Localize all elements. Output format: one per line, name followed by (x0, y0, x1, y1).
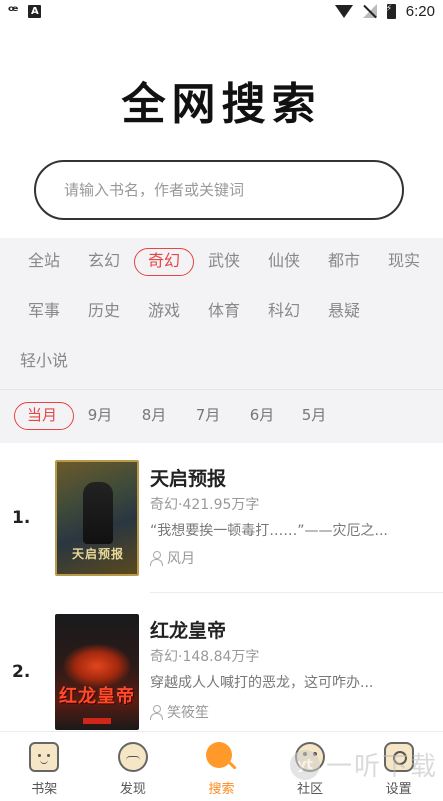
month-item[interactable]: 5月 (286, 400, 342, 430)
nav-item-search[interactable]: 搜索 (177, 732, 266, 801)
month-item-selected[interactable]: 当月 (14, 400, 74, 430)
book-author-name: 笑筱笙 (167, 705, 209, 721)
no-signal-icon (362, 4, 377, 18)
user-icon (150, 551, 163, 566)
book-cover[interactable]: 天启预报 (55, 460, 139, 576)
nav-label: 搜索 (208, 782, 235, 797)
book-cover[interactable]: 红龙皇帝 (55, 614, 139, 730)
app-logo-icon: ꟹ (8, 2, 19, 20)
watermark: yt 一听下载 (290, 746, 438, 783)
book-title[interactable]: 天启预报 (150, 464, 226, 491)
nav-item-bookshelf[interactable]: 书架 (0, 732, 89, 801)
search-box[interactable] (34, 160, 404, 220)
category-item[interactable]: 历史 (74, 296, 134, 326)
month-item[interactable]: 7月 (180, 400, 236, 430)
book-author-name: 风月 (167, 551, 195, 567)
book-description: “我想要挨一顿毒打……”——灾厄之... (150, 523, 388, 539)
bookshelf-icon (29, 742, 60, 772)
category-item[interactable]: 都市 (314, 246, 374, 276)
category-item[interactable]: 全站 (14, 246, 74, 276)
status-bar: ꟹ A 6:20 (0, 0, 443, 22)
cover-publisher-badge (83, 718, 111, 724)
book-author: 笑筱笙 (150, 702, 209, 722)
status-time: 6:20 (405, 2, 435, 20)
book-meta: 奇幻·421.95万字 (150, 497, 260, 513)
a-notification-icon: A (28, 4, 42, 18)
list-separator (150, 592, 443, 593)
category-item[interactable]: 体育 (194, 296, 254, 326)
user-icon (150, 705, 163, 720)
page-title: 全网搜索 (121, 79, 322, 130)
book-rank: 2. (12, 662, 31, 682)
battery-charging-icon (386, 3, 396, 19)
category-item[interactable]: 玄幻 (74, 246, 134, 276)
nav-label: 发现 (119, 782, 146, 797)
book-list-item[interactable]: 2. 红龙皇帝 红龙皇帝 奇幻·148.84万字 穿越成人人喊打的恶龙，这可咋办… (0, 612, 443, 742)
month-item[interactable]: 6月 (234, 400, 290, 430)
book-rank: 1. (12, 508, 31, 528)
search-input[interactable] (64, 181, 384, 199)
nav-label: 书架 (31, 782, 58, 797)
nav-item-discover[interactable]: 发现 (89, 732, 178, 801)
book-description: 穿越成人人喊打的恶龙，这可咋办... (150, 675, 374, 691)
book-meta: 奇幻·148.84万字 (150, 649, 260, 665)
category-item[interactable]: 科幻 (254, 296, 314, 326)
book-title[interactable]: 红龙皇帝 (150, 616, 226, 643)
cover-title: 红龙皇帝 (59, 686, 135, 707)
watermark-logo-icon: yt (290, 749, 320, 780)
search-icon (206, 742, 236, 772)
cover-title: 天启预报 (71, 547, 124, 561)
category-item[interactable]: 武侠 (194, 246, 254, 276)
category-item[interactable]: 游戏 (134, 296, 194, 326)
month-item[interactable]: 8月 (126, 400, 182, 430)
cover-figure (83, 482, 113, 544)
book-list-item[interactable]: 1. 天启预报 天启预报 奇幻·421.95万字 “我想要挨一顿毒打……”——灾… (0, 458, 443, 588)
watermark-text: 一听下载 (326, 752, 439, 782)
category-item[interactable]: 轻小说 (14, 346, 74, 376)
discover-icon (117, 742, 148, 772)
wifi-icon (334, 4, 353, 18)
month-item[interactable]: 9月 (72, 400, 128, 430)
category-item-selected[interactable]: 奇幻 (134, 246, 194, 276)
month-filter: 当月 9月 8月 7月 6月 5月 (14, 400, 443, 430)
book-author: 风月 (150, 548, 195, 568)
category-item[interactable]: 军事 (14, 296, 74, 326)
category-item[interactable]: 悬疑 (314, 296, 374, 326)
filter-divider (0, 389, 443, 390)
category-item[interactable]: 现实 (374, 246, 434, 276)
category-item[interactable]: 仙侠 (254, 246, 314, 276)
